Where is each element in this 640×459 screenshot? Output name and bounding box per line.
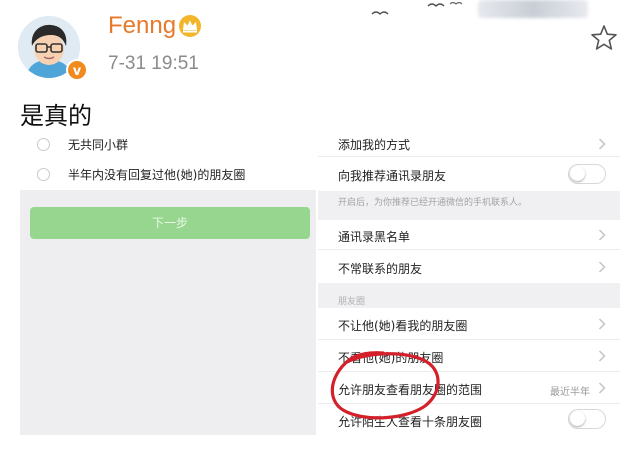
option-no-reply-half-year[interactable]: 半年内没有回复过他(她)的朋友圈 [20, 162, 316, 188]
row-hide-my-moments[interactable]: 不让他(她)看我的朋友圈 [318, 308, 620, 340]
row-label: 不让他(她)看我的朋友圈 [338, 319, 468, 333]
birds-decoration-icon [371, 1, 463, 15]
chevron-right-icon [598, 350, 606, 362]
chevron-right-icon [598, 382, 606, 394]
embedded-screenshot: 无共同小群 半年内没有回复过他(她)的朋友圈 下一步 添加我的方式 向我推荐通讯… [0, 130, 640, 459]
verified-badge: v [66, 59, 88, 81]
row-label: 不看他(她)的朋友圈 [338, 351, 444, 365]
star-icon[interactable] [590, 24, 618, 52]
row-contacts-blacklist[interactable]: 通讯录黑名单 [318, 220, 620, 250]
moments-section-caption: 朋友圈 [338, 297, 366, 307]
chevron-right-icon [598, 261, 606, 273]
option-no-common-group[interactable]: 无共同小群 [20, 132, 316, 158]
moments-section-band: 朋友圈 [318, 283, 620, 308]
right-pane: 添加我的方式 向我推荐通讯录朋友 开启后，为你推荐已经开通微信的手机联系人。 通… [318, 130, 620, 435]
blurred-area [478, 0, 588, 18]
next-step-button[interactable]: 下一步 [30, 207, 310, 239]
recommend-contacts-toggle[interactable] [568, 164, 606, 184]
bottom-area [0, 435, 640, 459]
post-text: 是真的 [20, 102, 92, 130]
chevron-right-icon [598, 229, 606, 241]
row-strangers-view[interactable]: 允许陌生人查看十条朋友圈 [318, 404, 620, 435]
row-moments-range[interactable]: 允许朋友查看朋友圈的范围 最近半年 [318, 372, 620, 404]
row-label: 允许朋友查看朋友圈的范围 [338, 383, 483, 397]
hint-band: 开启后，为你推荐已经开通微信的手机联系人。 [318, 191, 620, 220]
left-pane-options: 无共同小群 半年内没有回复过他(她)的朋友圈 [20, 130, 316, 190]
post-timestamp: 7-31 19:51 [108, 53, 199, 74]
row-label: 允许陌生人查看十条朋友圈 [338, 415, 483, 429]
username[interactable]: Fenng [108, 12, 176, 40]
row-label: 添加我的方式 [338, 138, 411, 152]
option-label: 无共同小群 [68, 138, 129, 152]
row-recommend-contacts[interactable]: 向我推荐通讯录朋友 [318, 157, 620, 191]
row-infrequent-friends[interactable]: 不常联系的朋友 [318, 250, 620, 283]
row-label: 通讯录黑名单 [338, 230, 411, 244]
chevron-right-icon [598, 318, 606, 330]
crown-icon [179, 15, 201, 37]
row-add-me-methods[interactable]: 添加我的方式 [318, 130, 620, 157]
chevron-right-icon [598, 138, 606, 150]
row-label: 向我推荐通讯录朋友 [338, 169, 447, 183]
row-label: 不常联系的朋友 [338, 262, 423, 276]
option-label: 半年内没有回复过他(她)的朋友圈 [68, 168, 246, 182]
radio-icon[interactable] [37, 138, 50, 151]
radio-icon[interactable] [37, 168, 50, 181]
row-hide-their-moments[interactable]: 不看他(她)的朋友圈 [318, 340, 620, 372]
left-pane: 无共同小群 半年内没有回复过他(她)的朋友圈 下一步 [20, 130, 316, 435]
moments-range-value: 最近半年 [550, 387, 590, 398]
recommend-hint: 开启后，为你推荐已经开通微信的手机联系人。 [338, 198, 528, 208]
strangers-view-toggle[interactable] [568, 409, 606, 429]
